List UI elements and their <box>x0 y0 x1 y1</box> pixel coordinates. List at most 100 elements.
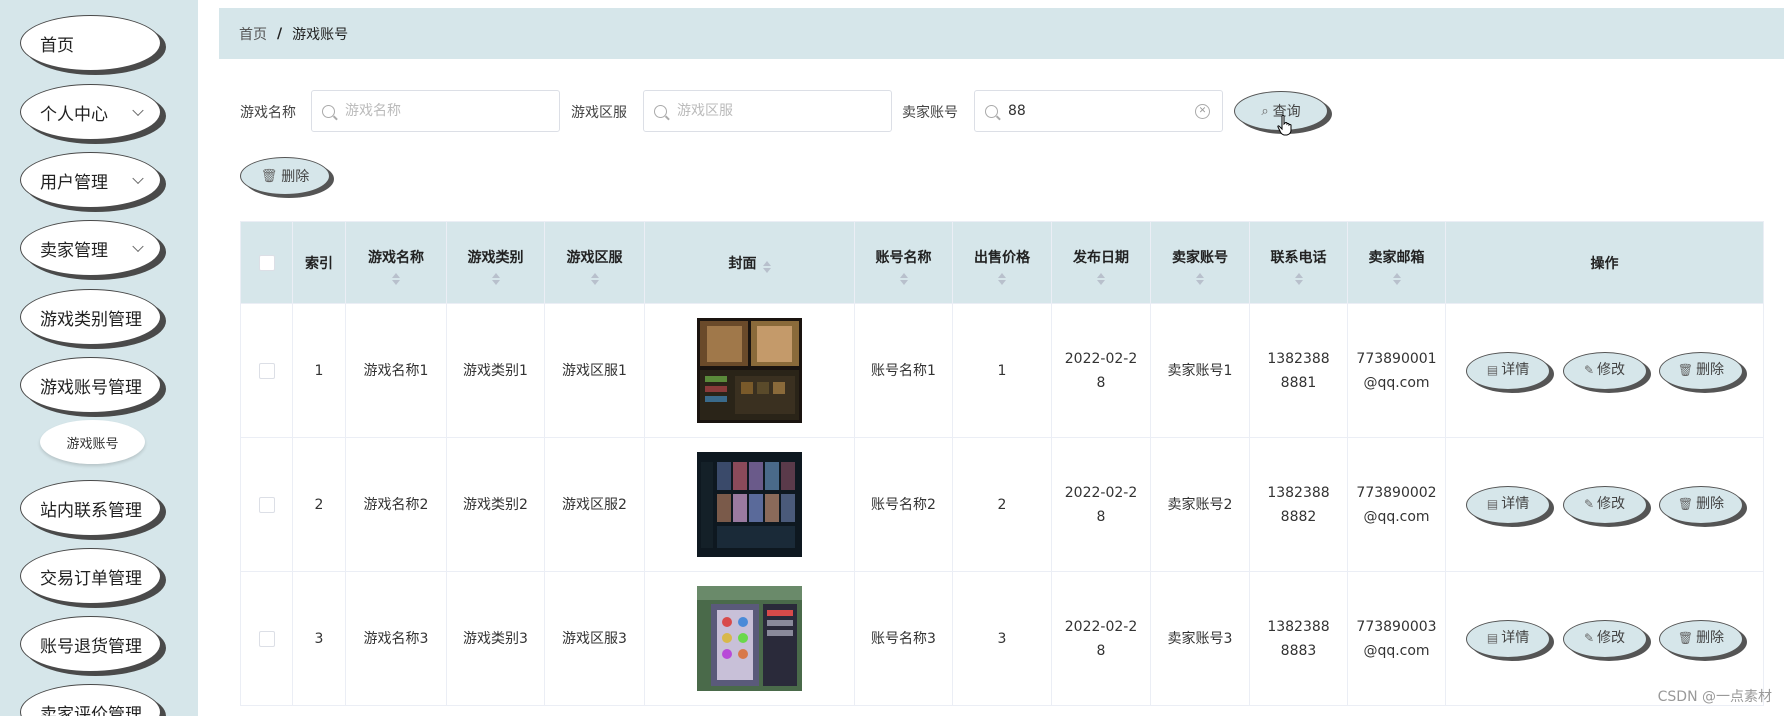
sidebar-item-return-management[interactable]: 账号退货管理 <box>20 616 161 672</box>
sidebar-item-home[interactable]: 首页 <box>20 15 161 71</box>
header-label: 发布日期 <box>1073 250 1129 266</box>
index-cell: 3 <box>292 571 346 706</box>
header-select-all[interactable] <box>240 221 293 304</box>
row-select-cell[interactable] <box>240 437 293 572</box>
sort-icon[interactable] <box>1097 273 1105 285</box>
row-checkbox[interactable] <box>258 496 275 513</box>
trash-icon: 🗑 <box>1677 362 1694 377</box>
header-account-name[interactable]: 账号名称 <box>854 221 953 304</box>
sidebar-subitem-game-account[interactable]: 游戏账号 <box>40 420 145 464</box>
search-icon <box>322 104 335 118</box>
header-server[interactable]: 游戏区服 <box>544 221 645 304</box>
price-cell: 3 <box>952 571 1052 706</box>
sidebar-item-order-management[interactable]: 交易订单管理 <box>20 548 161 604</box>
table-row: 3 游戏名称3 游戏类别3 游戏区服3 账号名称3 3 2022-02-28 卖… <box>240 571 1764 706</box>
row-checkbox[interactable] <box>258 362 275 379</box>
search-icon: ⌕ <box>1261 103 1269 119</box>
search-icon <box>985 104 998 118</box>
game-server-field[interactable] <box>643 90 892 132</box>
header-index: 索引 <box>292 221 346 304</box>
sort-icon[interactable] <box>1392 273 1401 285</box>
sort-icon[interactable] <box>491 273 500 285</box>
edit-button[interactable]: ✎ 修改 <box>1562 485 1647 524</box>
phone-cell: 13823888882 <box>1249 437 1348 572</box>
sort-icon[interactable] <box>1196 273 1204 285</box>
breadcrumb-home[interactable]: 首页 <box>239 24 267 44</box>
price-cell: 2 <box>952 437 1052 572</box>
seller-account-input[interactable] <box>1006 102 1200 120</box>
header-price[interactable]: 出售价格 <box>952 221 1052 304</box>
seller-cell: 卖家账号1 <box>1150 303 1250 438</box>
sidebar-item-personal-center[interactable]: 个人中心 <box>20 84 161 140</box>
game-name-input[interactable] <box>343 102 537 120</box>
delete-label: 删除 <box>1696 495 1725 512</box>
header-label: 出售价格 <box>974 250 1030 266</box>
delete-button[interactable]: 🗑 删除 <box>1658 619 1743 658</box>
table-header-row: 索引 游戏名称 游戏类别 游戏区服 封面 账号名称 出售价格 发布日期 卖家账号… <box>240 221 1764 304</box>
operations-cell: ▤ 详情 ✎ 修改 🗑 删除 <box>1445 437 1764 572</box>
cover-cell <box>644 571 855 706</box>
detail-button[interactable]: ▤ 详情 <box>1466 351 1551 390</box>
header-email[interactable]: 卖家邮箱 <box>1347 221 1446 304</box>
trash-icon: 🗑 <box>260 168 278 184</box>
sort-icon[interactable] <box>998 273 1006 285</box>
header-seller[interactable]: 卖家账号 <box>1150 221 1250 304</box>
sort-icon[interactable] <box>1294 273 1303 285</box>
trash-icon: 🗑 <box>1677 630 1694 645</box>
clear-icon[interactable]: ✕ <box>1195 104 1210 119</box>
detail-button[interactable]: ▤ 详情 <box>1466 485 1551 524</box>
batch-delete-button[interactable]: 🗑 删除 <box>240 157 330 195</box>
index-cell: 2 <box>292 437 346 572</box>
search-icon <box>654 104 667 118</box>
header-label: 联系电话 <box>1270 250 1327 266</box>
sidebar-item-game-account-management[interactable]: 游戏账号管理 <box>20 357 161 413</box>
account-name-cell: 账号名称2 <box>854 437 953 572</box>
sidebar-item-seller-review-management[interactable]: 卖家评价管理 <box>20 684 161 716</box>
game-server-input[interactable] <box>675 102 869 120</box>
index-cell: 1 <box>292 303 346 438</box>
sort-icon[interactable] <box>899 273 908 285</box>
header-cover[interactable]: 封面 <box>644 221 855 304</box>
header-phone[interactable]: 联系电话 <box>1249 221 1348 304</box>
watermark: CSDN @一点素材 <box>1657 689 1772 705</box>
batch-delete-label: 删除 <box>281 169 310 185</box>
sort-icon[interactable] <box>762 261 771 273</box>
sidebar-item-label: 账号退货管理 <box>40 636 142 657</box>
sidebar-item-contact-management[interactable]: 站内联系管理 <box>20 480 161 536</box>
sidebar-item-seller-management[interactable]: 卖家管理 <box>20 220 161 276</box>
row-select-cell[interactable] <box>240 303 293 438</box>
sidebar-item-label: 个人中心 <box>40 104 108 125</box>
row-checkbox[interactable] <box>258 630 275 647</box>
cover-cell <box>644 437 855 572</box>
header-label: 游戏区服 <box>566 250 623 266</box>
chevron-down-icon <box>132 104 144 117</box>
sidebar-item-label: 卖家评价管理 <box>40 704 142 716</box>
header-category[interactable]: 游戏类别 <box>446 221 545 304</box>
game-name-cell: 游戏名称1 <box>345 303 447 438</box>
cover-image[interactable] <box>697 318 802 423</box>
detail-label: 详情 <box>1501 495 1530 512</box>
game-name-field[interactable] <box>311 90 560 132</box>
account-name-cell: 账号名称1 <box>854 303 953 438</box>
header-game-name[interactable]: 游戏名称 <box>345 221 447 304</box>
seller-account-field[interactable]: ✕ <box>974 90 1223 132</box>
sidebar-item-user-management[interactable]: 用户管理 <box>20 152 161 208</box>
select-all-checkbox[interactable] <box>258 254 275 271</box>
cover-image[interactable] <box>697 452 802 557</box>
category-cell: 游戏类别2 <box>446 437 545 572</box>
edit-button[interactable]: ✎ 修改 <box>1562 619 1647 658</box>
pencil-icon: ✎ <box>1583 362 1595 377</box>
operations-cell: ▤ 详情 ✎ 修改 🗑 删除 <box>1445 303 1764 438</box>
cover-image[interactable] <box>697 586 802 691</box>
breadcrumb-current: 游戏账号 <box>292 26 349 43</box>
sort-icon[interactable] <box>590 273 599 285</box>
delete-button[interactable]: 🗑 删除 <box>1658 351 1743 390</box>
sort-icon[interactable] <box>392 273 400 285</box>
edit-button[interactable]: ✎ 修改 <box>1562 351 1647 390</box>
detail-button[interactable]: ▤ 详情 <box>1466 619 1551 658</box>
row-select-cell[interactable] <box>240 571 293 706</box>
sidebar-item-game-category-management[interactable]: 游戏类别管理 <box>20 289 161 345</box>
edit-label: 修改 <box>1597 361 1626 378</box>
header-date[interactable]: 发布日期 <box>1051 221 1151 304</box>
delete-button[interactable]: 🗑 删除 <box>1658 485 1743 524</box>
